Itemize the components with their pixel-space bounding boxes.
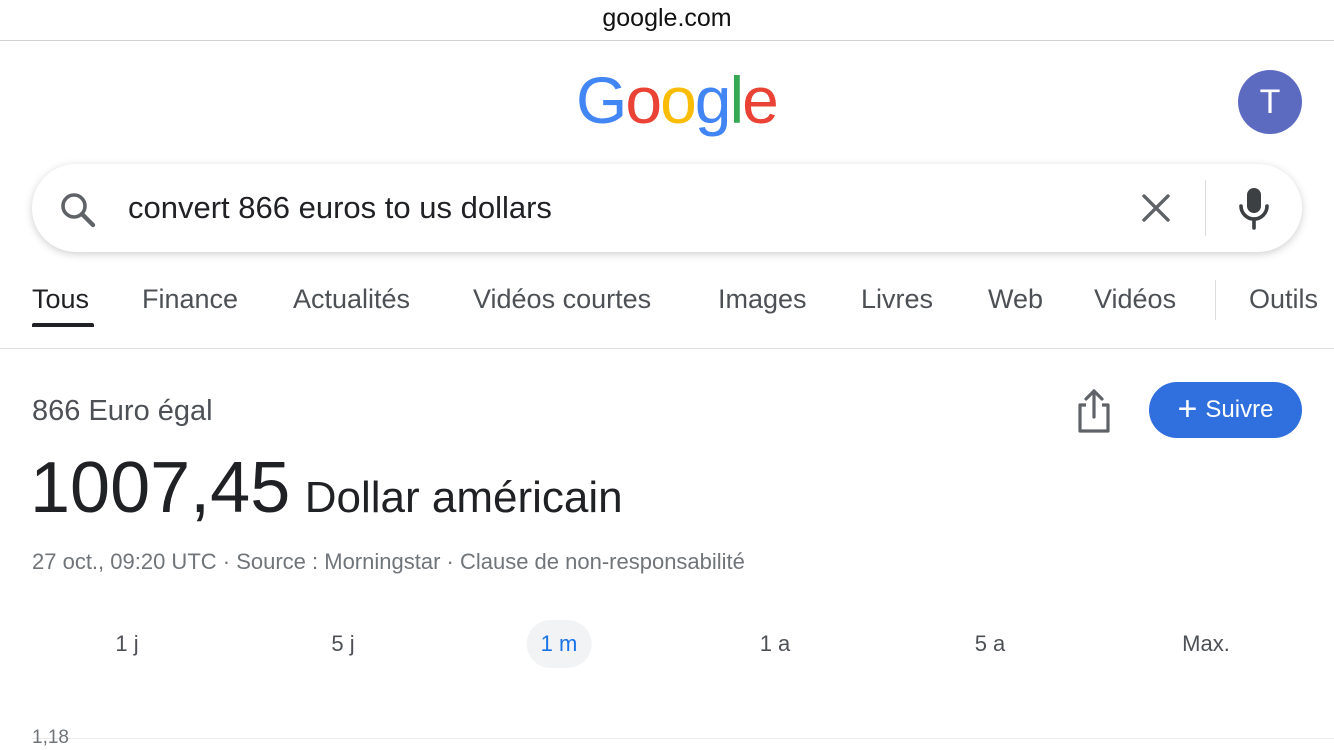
account-avatar[interactable]: T (1238, 70, 1302, 134)
close-icon[interactable] (1136, 188, 1176, 228)
tab-actualites[interactable]: Actualités (293, 282, 410, 316)
range-tab-1m[interactable]: 1 m (526, 620, 592, 668)
search-input[interactable]: convert 866 euros to us dollars (128, 188, 552, 228)
tab-videos-courtes[interactable]: Vidéos courtes (473, 282, 651, 316)
google-logo[interactable]: Google (576, 63, 779, 137)
logo-letter: o (660, 63, 697, 137)
range-tab-1d[interactable]: 1 j (115, 620, 138, 668)
logo-letter: g (694, 63, 732, 137)
share-icon[interactable] (1074, 387, 1114, 435)
chart-y-tick-label: 1,18 (32, 727, 69, 748)
conversion-label: 866 Euro égal (32, 395, 213, 427)
logo-letter: l (729, 63, 745, 137)
search-divider (1205, 180, 1206, 236)
range-tab-5y[interactable]: 5 a (975, 620, 1006, 668)
chart-range-tabs: 1 j 5 j 1 m 1 a 5 a Max. (0, 620, 1334, 672)
chart-gridline (32, 738, 1334, 739)
tab-videos[interactable]: Vidéos (1094, 282, 1176, 316)
follow-button[interactable]: + Suivre (1149, 382, 1302, 438)
search-icon[interactable] (58, 190, 98, 230)
range-tab-1y[interactable]: 1 a (760, 620, 791, 668)
tabs-divider (1215, 280, 1216, 320)
microphone-icon[interactable] (1232, 184, 1276, 232)
tab-finance[interactable]: Finance (142, 282, 238, 316)
follow-label: Suivre (1205, 396, 1274, 423)
url-text: google.com (602, 3, 732, 32)
logo-letter: G (576, 63, 627, 137)
range-tab-5d[interactable]: 5 j (331, 620, 354, 668)
conversion-result: 1007,45 Dollar américain (30, 446, 623, 550)
search-tabs: Tous Finance Actualités Vidéos courtes I… (0, 270, 1334, 348)
logo-letter: e (742, 63, 779, 137)
result-value: 1007,45 (30, 448, 291, 528)
browser-url-bar[interactable]: google.com (0, 0, 1334, 41)
tab-outils[interactable]: Outils (1249, 282, 1318, 316)
tabs-bottom-border (0, 348, 1334, 349)
active-tab-indicator (32, 323, 94, 327)
plus-icon: + (1177, 390, 1198, 428)
range-tab-max[interactable]: Max. (1182, 620, 1230, 668)
tab-images[interactable]: Images (718, 282, 807, 316)
tab-tous[interactable]: Tous (32, 282, 89, 316)
avatar-initial: T (1259, 82, 1281, 121)
tab-livres[interactable]: Livres (861, 282, 933, 316)
logo-letter: o (625, 63, 662, 137)
conversion-meta: 27 oct., 09:20 UTC · Source : Morningsta… (32, 549, 745, 574)
tab-web[interactable]: Web (988, 282, 1043, 316)
result-unit: Dollar américain (304, 473, 623, 522)
